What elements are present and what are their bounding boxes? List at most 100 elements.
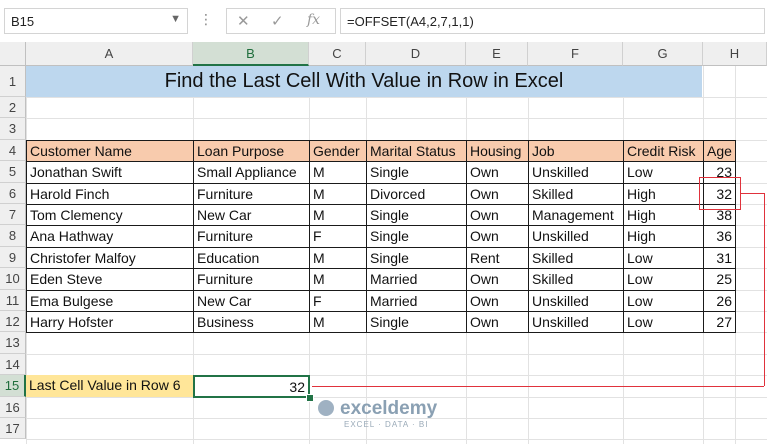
table-header-cell[interactable]: Loan Purpose <box>193 139 310 163</box>
name-box[interactable]: B15 ▼ <box>4 8 188 34</box>
column-header-c[interactable]: C <box>309 42 366 66</box>
table-cell[interactable]: Single <box>366 204 467 227</box>
table-cell[interactable]: F <box>309 289 367 312</box>
select-all-corner[interactable] <box>0 42 26 66</box>
row-header-10[interactable]: 10 <box>0 268 26 290</box>
table-cell[interactable]: 25 <box>703 268 736 291</box>
table-cell[interactable]: M <box>309 311 367 334</box>
table-cell[interactable]: Ema Bulgese <box>26 289 194 312</box>
table-cell[interactable]: Own <box>466 225 529 248</box>
row-header-16[interactable]: 16 <box>0 396 26 418</box>
worksheet-grid[interactable]: A B C D E F G H 1 2 3 4 5 6 7 8 9 10 11 12 13 14 15 16 17 Find th… <box>0 42 767 444</box>
table-cell[interactable]: Jonathan Swift <box>26 161 194 184</box>
table-header-cell[interactable]: Customer Name <box>26 139 194 163</box>
table-cell[interactable]: Small Appliance <box>193 161 310 184</box>
chevron-down-icon[interactable]: ▼ <box>170 13 181 25</box>
table-cell[interactable]: Tom Clemency <box>26 204 194 227</box>
column-header-g[interactable]: G <box>623 42 703 66</box>
table-cell[interactable]: Low <box>623 246 704 270</box>
row-header-7[interactable]: 7 <box>0 204 26 226</box>
table-cell[interactable]: Low <box>623 311 704 334</box>
insert-function-icon[interactable]: fx <box>307 12 320 28</box>
table-cell[interactable]: Single <box>366 311 467 334</box>
table-cell[interactable]: Low <box>623 289 704 312</box>
table-cell[interactable]: Single <box>366 246 467 270</box>
column-header-d[interactable]: D <box>366 42 466 66</box>
table-cell[interactable]: Skilled <box>528 246 624 270</box>
table-cell[interactable]: Divorced <box>366 182 467 205</box>
table-cell[interactable]: M <box>309 182 367 205</box>
table-cell[interactable]: High <box>623 182 704 205</box>
table-cell[interactable]: High <box>623 204 704 227</box>
table-cell[interactable]: Harold Finch <box>26 182 194 205</box>
table-cell[interactable]: Unskilled <box>528 161 624 184</box>
table-cell[interactable]: Furniture <box>193 182 310 205</box>
table-cell[interactable]: M <box>309 161 367 184</box>
row-header-11[interactable]: 11 <box>0 289 26 311</box>
row-header-9[interactable]: 9 <box>0 246 26 269</box>
table-cell[interactable]: Christofer Malfoy <box>26 246 194 270</box>
table-cell[interactable]: Single <box>366 225 467 248</box>
table-cell[interactable]: Single <box>366 161 467 184</box>
table-cell[interactable]: Harry Hofster <box>26 311 194 334</box>
table-header-cell[interactable]: Credit Risk <box>623 139 704 163</box>
row-header-3[interactable]: 3 <box>0 118 26 140</box>
table-cell[interactable]: Own <box>466 268 529 291</box>
table-cell[interactable]: Education <box>193 246 310 270</box>
column-header-a[interactable]: A <box>26 42 193 66</box>
fill-handle[interactable] <box>306 393 314 402</box>
table-cell[interactable]: New Car <box>193 289 310 312</box>
table-cell[interactable]: Ana Hathway <box>26 225 194 248</box>
row-header-13[interactable]: 13 <box>0 332 26 354</box>
table-cell[interactable]: F <box>309 225 367 248</box>
table-cell[interactable]: Own <box>466 182 529 205</box>
table-cell[interactable]: Skilled <box>528 182 624 205</box>
table-cell[interactable]: Own <box>466 161 529 184</box>
row-header-1[interactable]: 1 <box>0 66 26 97</box>
table-cell[interactable]: M <box>309 246 367 270</box>
table-header-cell[interactable]: Job <box>528 139 624 163</box>
row-header-15[interactable]: 15 <box>0 375 26 397</box>
table-cell[interactable]: Married <box>366 268 467 291</box>
table-cell[interactable]: Own <box>466 311 529 334</box>
table-cell[interactable]: Rent <box>466 246 529 270</box>
table-cell[interactable]: Own <box>466 289 529 312</box>
table-cell[interactable]: Unskilled <box>528 225 624 248</box>
table-cell[interactable]: Low <box>623 161 704 184</box>
table-cell[interactable]: 36 <box>703 225 736 248</box>
table-cell[interactable]: Management <box>528 204 624 227</box>
row-header-14[interactable]: 14 <box>0 353 26 376</box>
column-header-h[interactable]: H <box>703 42 767 66</box>
table-cell[interactable]: 27 <box>703 311 736 334</box>
column-header-f[interactable]: F <box>528 42 623 66</box>
table-cell[interactable]: M <box>309 268 367 291</box>
table-cell[interactable]: New Car <box>193 204 310 227</box>
result-label[interactable]: Last Cell Value in Row 6 <box>26 375 193 397</box>
row-header-8[interactable]: 8 <box>0 225 26 247</box>
row-header-17[interactable]: 17 <box>0 418 26 440</box>
row-header-6[interactable]: 6 <box>0 182 26 204</box>
table-header-cell[interactable]: Gender <box>309 139 367 163</box>
table-cell[interactable]: High <box>623 225 704 248</box>
table-cell[interactable]: M <box>309 204 367 227</box>
table-cell[interactable]: 26 <box>703 289 736 312</box>
table-cell[interactable]: Low <box>623 268 704 291</box>
table-cell[interactable]: Own <box>466 204 529 227</box>
enter-check-icon[interactable]: ✓ <box>271 12 284 30</box>
row-header-5[interactable]: 5 <box>0 161 26 183</box>
table-cell[interactable]: Unskilled <box>528 311 624 334</box>
table-cell[interactable]: Married <box>366 289 467 312</box>
table-cell[interactable]: Furniture <box>193 268 310 291</box>
row-header-2[interactable]: 2 <box>0 97 26 119</box>
row-header-12[interactable]: 12 <box>0 311 26 333</box>
column-header-e[interactable]: E <box>466 42 528 66</box>
formula-input[interactable]: =OFFSET(A4,2,7,1,1) <box>340 8 765 34</box>
cancel-icon[interactable]: ✕ <box>237 12 250 30</box>
row-header-4[interactable]: 4 <box>0 139 26 162</box>
table-header-cell[interactable]: Marital Status <box>366 139 467 163</box>
table-header-cell[interactable]: Housing <box>466 139 529 163</box>
table-header-cell[interactable]: Age <box>703 139 736 163</box>
table-cell[interactable]: 31 <box>703 246 736 270</box>
table-cell[interactable]: Business <box>193 311 310 334</box>
table-cell[interactable]: Skilled <box>528 268 624 291</box>
